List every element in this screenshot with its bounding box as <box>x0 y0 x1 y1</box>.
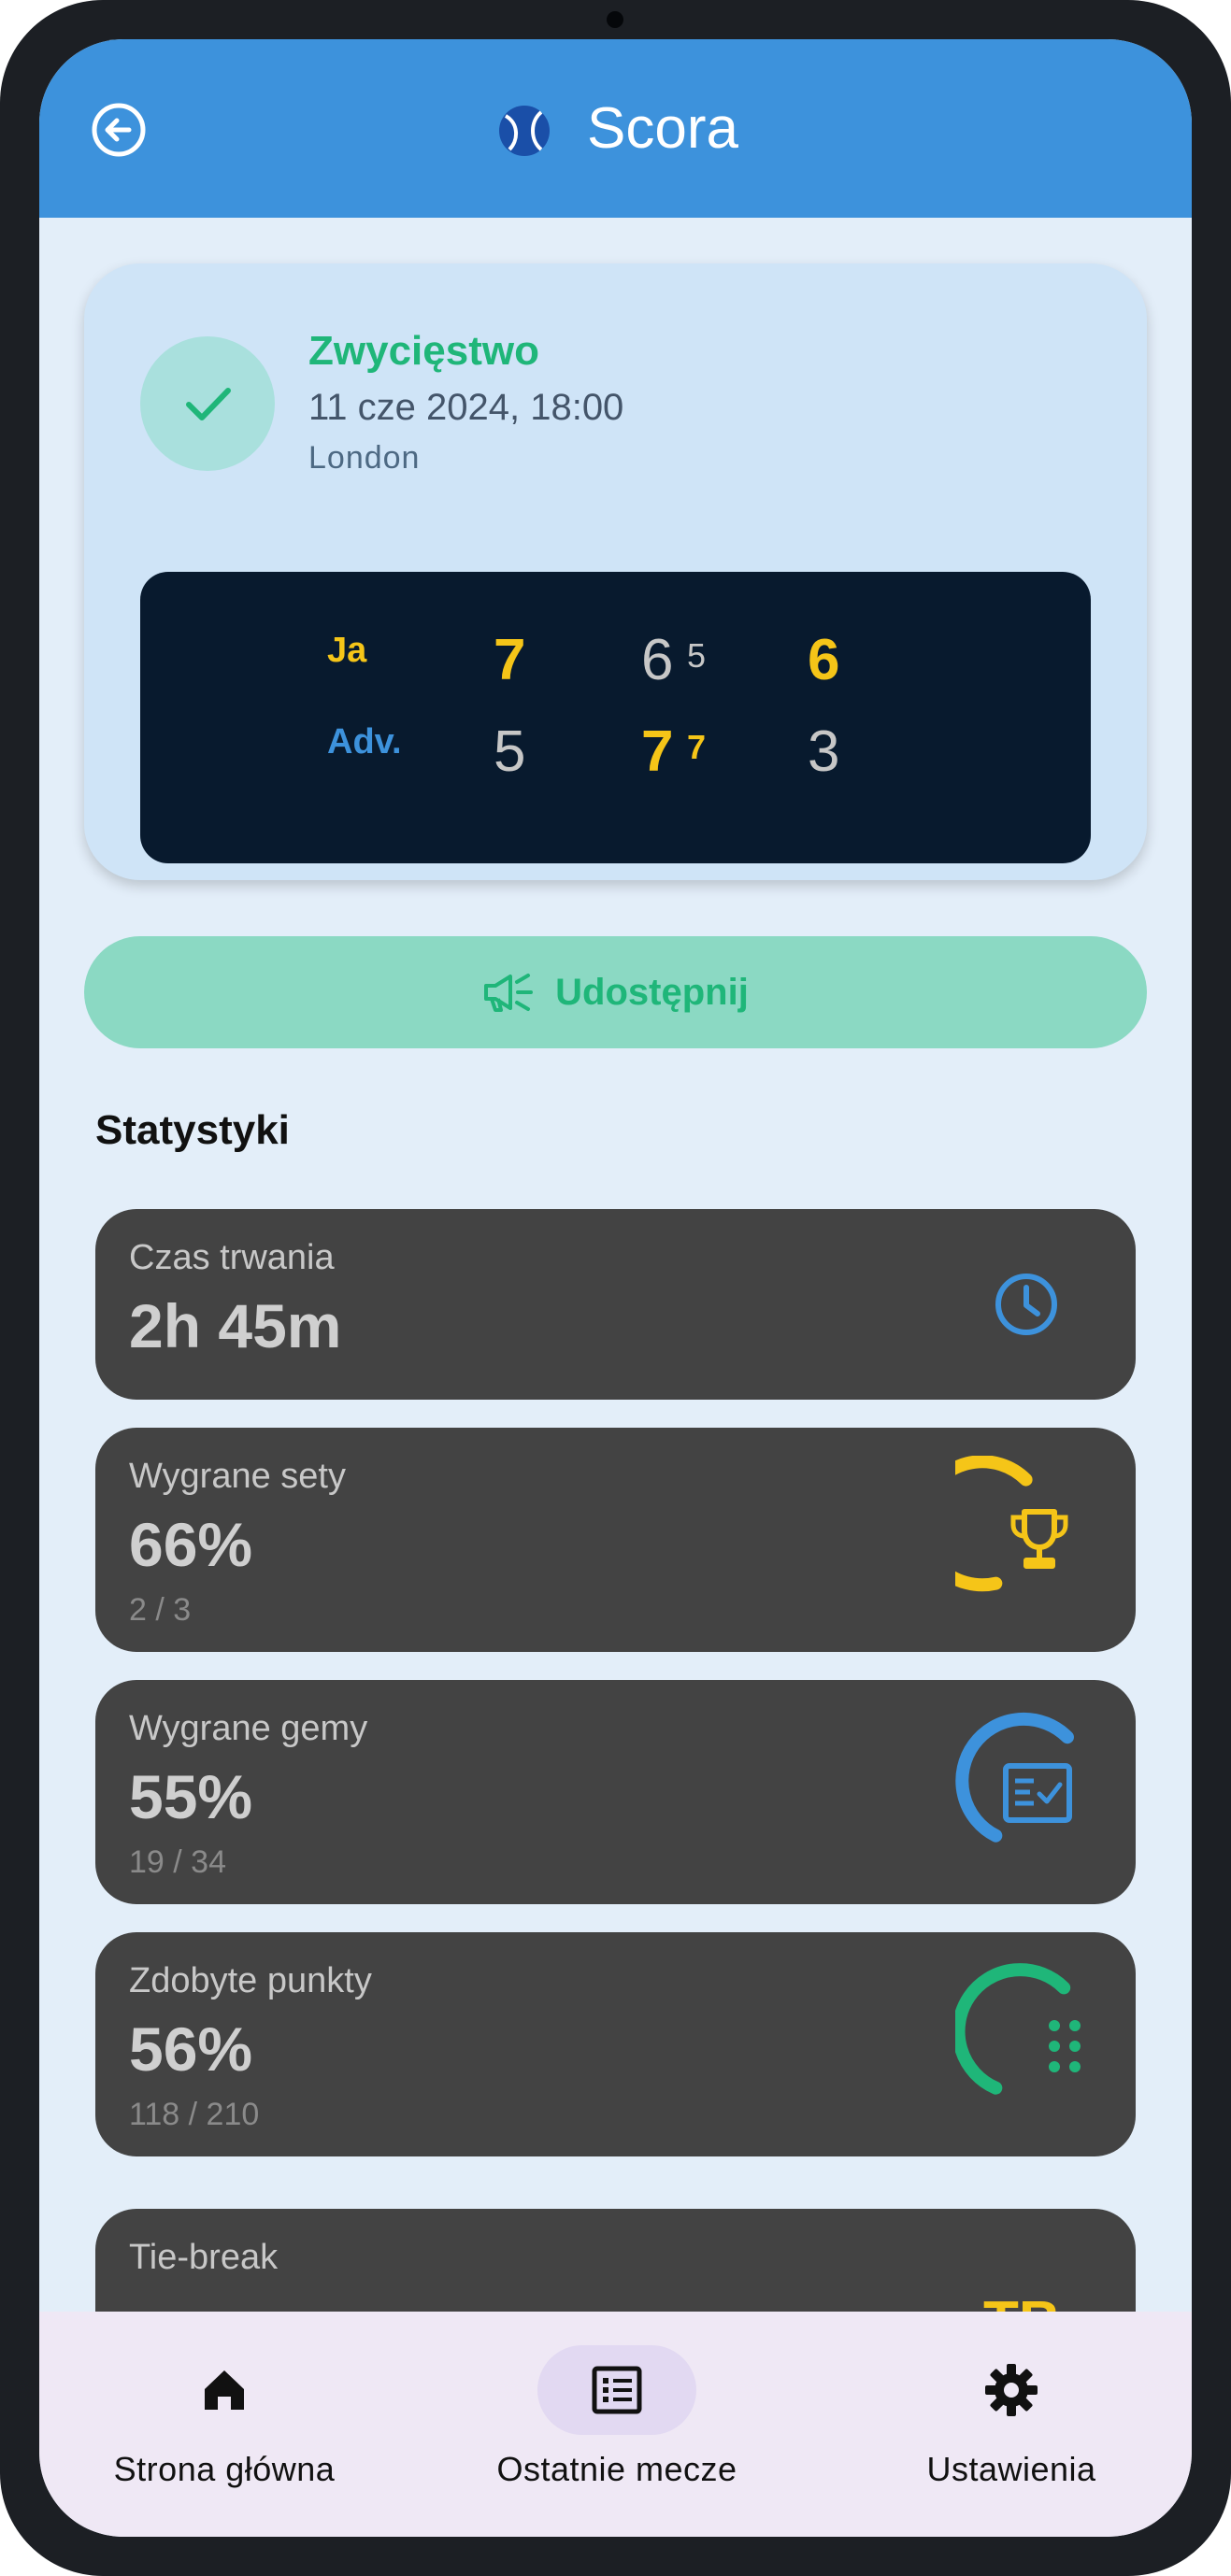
player-set-2: 6 <box>641 628 674 692</box>
nav-pill <box>145 2345 304 2435</box>
list-icon <box>592 2366 642 2414</box>
nav-pill <box>932 2345 1091 2435</box>
opponent-label: Adv. <box>327 722 402 761</box>
player-label: Ja <box>327 631 367 670</box>
result-badge <box>140 336 275 471</box>
trophy-icon <box>1010 1509 1068 1569</box>
checklist-icon <box>1003 1763 1072 1823</box>
stat-detail: 118 / 210 <box>129 2097 260 2132</box>
match-date: 11 cze 2024, 18:00 <box>308 387 624 428</box>
opponent-set-1: 5 <box>494 719 526 784</box>
dots-grid-icon <box>1049 2020 1081 2072</box>
stat-value: 56% <box>129 2014 253 2084</box>
tennis-ball-icon <box>499 106 550 156</box>
scoreboard: Ja Adv. 7 6 5 6 5 7 7 3 <box>140 572 1091 863</box>
app-screen: Scora Zwycięstwo 11 cze 2024, 18:00 Lond… <box>39 39 1192 2537</box>
stat-label: Wygrane sety <box>129 1457 346 1496</box>
back-button[interactable] <box>88 99 150 161</box>
nav-item-recent-matches[interactable]: Ostatnie mecze <box>481 2312 752 2537</box>
phone-frame: Scora Zwycięstwo 11 cze 2024, 18:00 Lond… <box>0 0 1231 2576</box>
stat-label: Tie-break <box>129 2238 279 2277</box>
app-title: Scora <box>587 96 738 161</box>
stat-label: Czas trwania <box>129 1238 335 1277</box>
nav-pill-active <box>537 2345 696 2435</box>
back-arrow-circle-icon <box>92 103 146 157</box>
nav-item-home[interactable]: Strona główna <box>93 2312 355 2537</box>
player-set-2-tiebreak: 5 <box>687 636 707 675</box>
camera-cutout <box>607 11 623 28</box>
result-title: Zwycięstwo <box>308 328 539 374</box>
stat-label: Zdobyte punkty <box>129 1961 372 2000</box>
stat-card-duration: Czas trwania 2h 45m <box>95 1209 1136 1400</box>
stat-value: 66% <box>129 1510 253 1579</box>
stat-detail: 19 / 34 <box>129 1844 226 1880</box>
match-location: London <box>308 440 421 476</box>
stats-section-title: Statystyki <box>95 1107 290 1153</box>
opponent-set-3: 3 <box>808 719 840 784</box>
nav-item-settings[interactable]: Ustawienia <box>890 2312 1133 2537</box>
player-set-3: 6 <box>808 628 840 692</box>
stat-card-points-won: Zdobyte punkty 56% 118 / 210 <box>95 1932 1136 2156</box>
nav-label: Ustawienia <box>926 2450 1096 2488</box>
bottom-navigation: Strona główna Ostatnie mecze Ustawienia <box>39 2312 1192 2537</box>
stat-detail: 2 / 3 <box>129 1592 192 1628</box>
opponent-set-2: 7 <box>641 719 674 784</box>
nav-label: Ostatnie mecze <box>496 2450 737 2488</box>
share-label: Udostępnij <box>555 971 749 1013</box>
share-button[interactable]: Udostępnij <box>84 936 1147 1048</box>
check-icon <box>186 388 231 420</box>
stat-value: 2h 45m <box>129 1291 342 1360</box>
opponent-set-2-tiebreak: 7 <box>687 728 707 766</box>
gear-icon <box>985 2364 1038 2416</box>
clock-icon <box>995 1274 1057 1335</box>
stat-card-sets-won: Wygrane sety 66% 2 / 3 <box>95 1428 1136 1652</box>
home-icon <box>205 2370 244 2410</box>
points-progress-ring <box>955 1963 1071 2095</box>
nav-label: Strona główna <box>113 2450 336 2488</box>
megaphone-icon <box>484 974 534 1012</box>
stat-value: 55% <box>129 1762 253 1831</box>
stat-label: Wygrane gemy <box>129 1709 368 1748</box>
stat-card-games-won: Wygrane gemy 55% 19 / 34 <box>95 1680 1136 1904</box>
top-app-bar: Scora <box>39 39 1192 218</box>
player-set-1: 7 <box>494 628 526 692</box>
match-result-card: Zwycięstwo 11 cze 2024, 18:00 London Ja … <box>84 263 1147 880</box>
